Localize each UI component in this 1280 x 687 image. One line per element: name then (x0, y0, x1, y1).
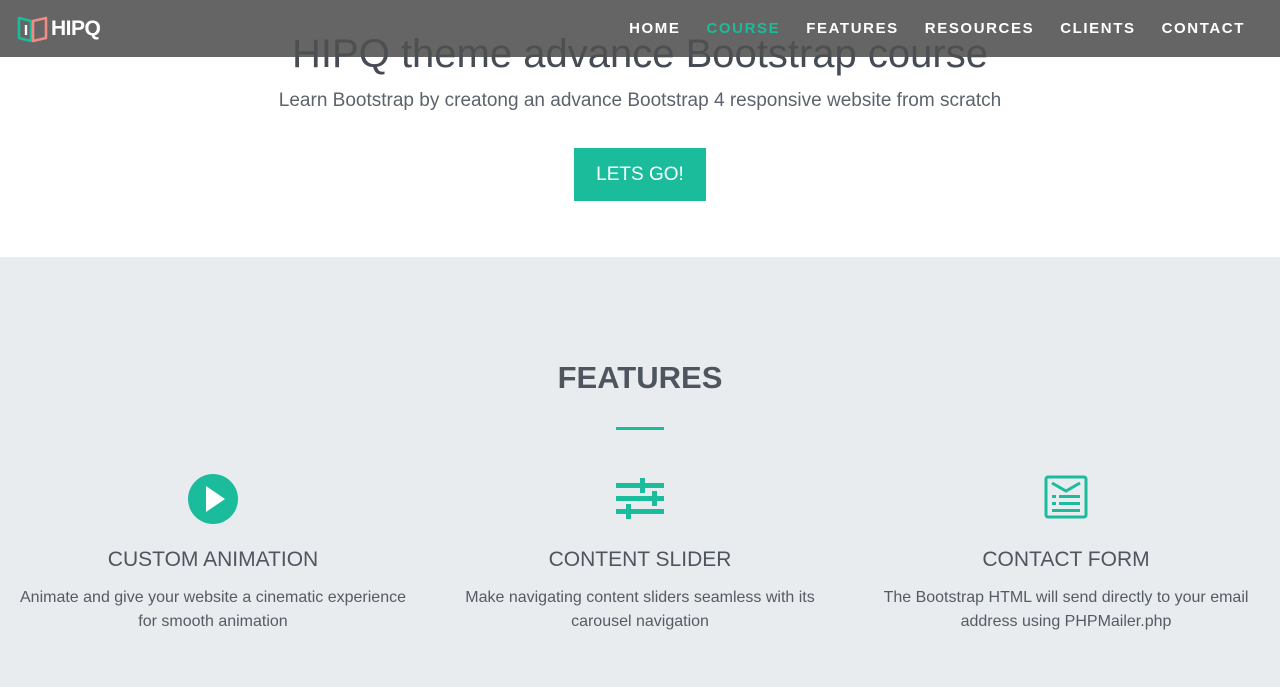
nav-item-contact: CONTACT (1149, 0, 1258, 57)
nav-link-course[interactable]: COURSE (693, 0, 793, 57)
navbar: HIPQ HOME COURSE FEATURES RESOURCES CLIE… (0, 0, 1280, 57)
feature-description: The Bootstrap HTML will send directly to… (883, 589, 1249, 630)
nav-link-clients[interactable]: CLIENTS (1047, 0, 1148, 57)
feature-description: Animate and give your website a cinemati… (20, 589, 406, 630)
nav-item-clients: CLIENTS (1047, 0, 1148, 57)
features-divider (616, 427, 664, 430)
nav-link-home[interactable]: HOME (616, 0, 693, 57)
feature-title: CONTENT SLIDER (548, 548, 732, 571)
contact-form-icon (1044, 475, 1088, 519)
hero-subtitle: Learn Bootstrap by creatong an advance B… (278, 90, 1002, 111)
feature-content-slider: CONTENT SLIDER Make navigating content s… (427, 471, 853, 634)
feature-description: Make navigating content sliders seamless… (465, 589, 815, 630)
nav-item-home: HOME (616, 0, 693, 57)
feature-title: CONTACT FORM (982, 548, 1150, 571)
lets-go-button[interactable]: LETS GO! (574, 148, 706, 201)
hipq-logo-icon (17, 16, 48, 43)
feature-contact-form: CONTACT FORM The Bootstrap HTML will sen… (853, 471, 1279, 634)
nav-link-resources[interactable]: RESOURCES (912, 0, 1047, 57)
feature-title: CUSTOM ANIMATION (107, 548, 319, 571)
main-nav: HOME COURSE FEATURES RESOURCES CLIENTS C… (616, 0, 1258, 57)
sliders-icon (616, 478, 664, 519)
features-section: FEATURES CUSTOM ANIMATION Animate and gi… (0, 257, 1280, 687)
brand-name: HIPQ (51, 17, 101, 40)
nav-link-contact[interactable]: CONTACT (1149, 0, 1258, 57)
feature-custom-animation: CUSTOM ANIMATION Animate and give your w… (0, 471, 426, 634)
features-title: FEATURES (557, 360, 723, 395)
nav-item-features: FEATURES (793, 0, 912, 57)
nav-item-course: COURSE (693, 0, 793, 57)
play-circle-icon (188, 474, 238, 524)
brand-link[interactable]: HIPQ (17, 15, 101, 43)
nav-link-features[interactable]: FEATURES (793, 0, 912, 57)
nav-item-resources: RESOURCES (912, 0, 1047, 57)
